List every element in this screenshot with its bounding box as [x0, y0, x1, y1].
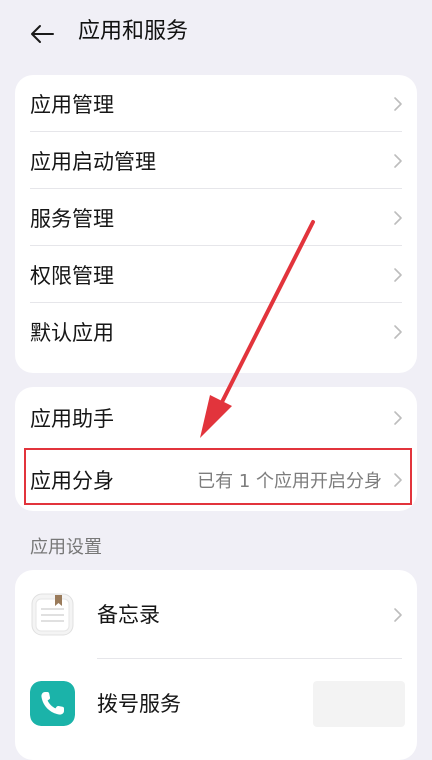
chevron-right-icon	[394, 267, 402, 282]
arrow-left-icon	[31, 25, 54, 43]
row-app-twin[interactable]: 应用分身 已有 1 个应用开启分身	[15, 449, 417, 511]
app-label: 备忘录	[97, 603, 160, 627]
row-label: 应用助手	[30, 407, 114, 431]
top-bar: 应用和服务	[0, 0, 432, 66]
redacted-area	[313, 681, 405, 727]
section-title: 应用设置	[30, 537, 102, 558]
row-value: 已有 1 个应用开启分身	[197, 471, 382, 492]
row-service-management[interactable]: 服务管理	[15, 189, 417, 246]
chevron-right-icon	[394, 96, 402, 111]
row-permission-management[interactable]: 权限管理	[15, 246, 417, 303]
page-title: 应用和服务	[78, 19, 189, 44]
chevron-right-icon	[394, 153, 402, 168]
app-settings-card: 备忘录 拨号服务	[15, 570, 417, 760]
notepad-icon	[31, 593, 74, 636]
chevron-right-icon	[394, 411, 402, 425]
row-label: 应用分身	[30, 469, 114, 493]
back-button[interactable]	[24, 16, 60, 52]
row-label: 服务管理	[30, 206, 114, 231]
row-label: 默认应用	[30, 320, 114, 345]
app-row-notes[interactable]: 备忘录	[15, 570, 417, 659]
chevron-right-icon	[394, 473, 402, 487]
row-app-launch-management[interactable]: 应用启动管理	[15, 132, 417, 189]
row-label: 权限管理	[30, 263, 114, 288]
row-label: 应用管理	[30, 92, 114, 117]
settings-card-management: 应用管理 应用启动管理 服务管理 权限管理 默认应用	[15, 75, 417, 373]
chevron-right-icon	[394, 607, 402, 622]
row-default-apps[interactable]: 默认应用	[15, 303, 417, 360]
settings-card-assistant: 应用助手 应用分身 已有 1 个应用开启分身	[15, 387, 417, 511]
app-label: 拨号服务	[97, 692, 181, 716]
row-app-management[interactable]: 应用管理	[15, 75, 417, 132]
row-app-assistant[interactable]: 应用助手	[15, 387, 417, 449]
phone-icon	[30, 681, 75, 726]
row-label: 应用启动管理	[30, 149, 156, 174]
chevron-right-icon	[394, 324, 402, 339]
chevron-right-icon	[394, 210, 402, 225]
